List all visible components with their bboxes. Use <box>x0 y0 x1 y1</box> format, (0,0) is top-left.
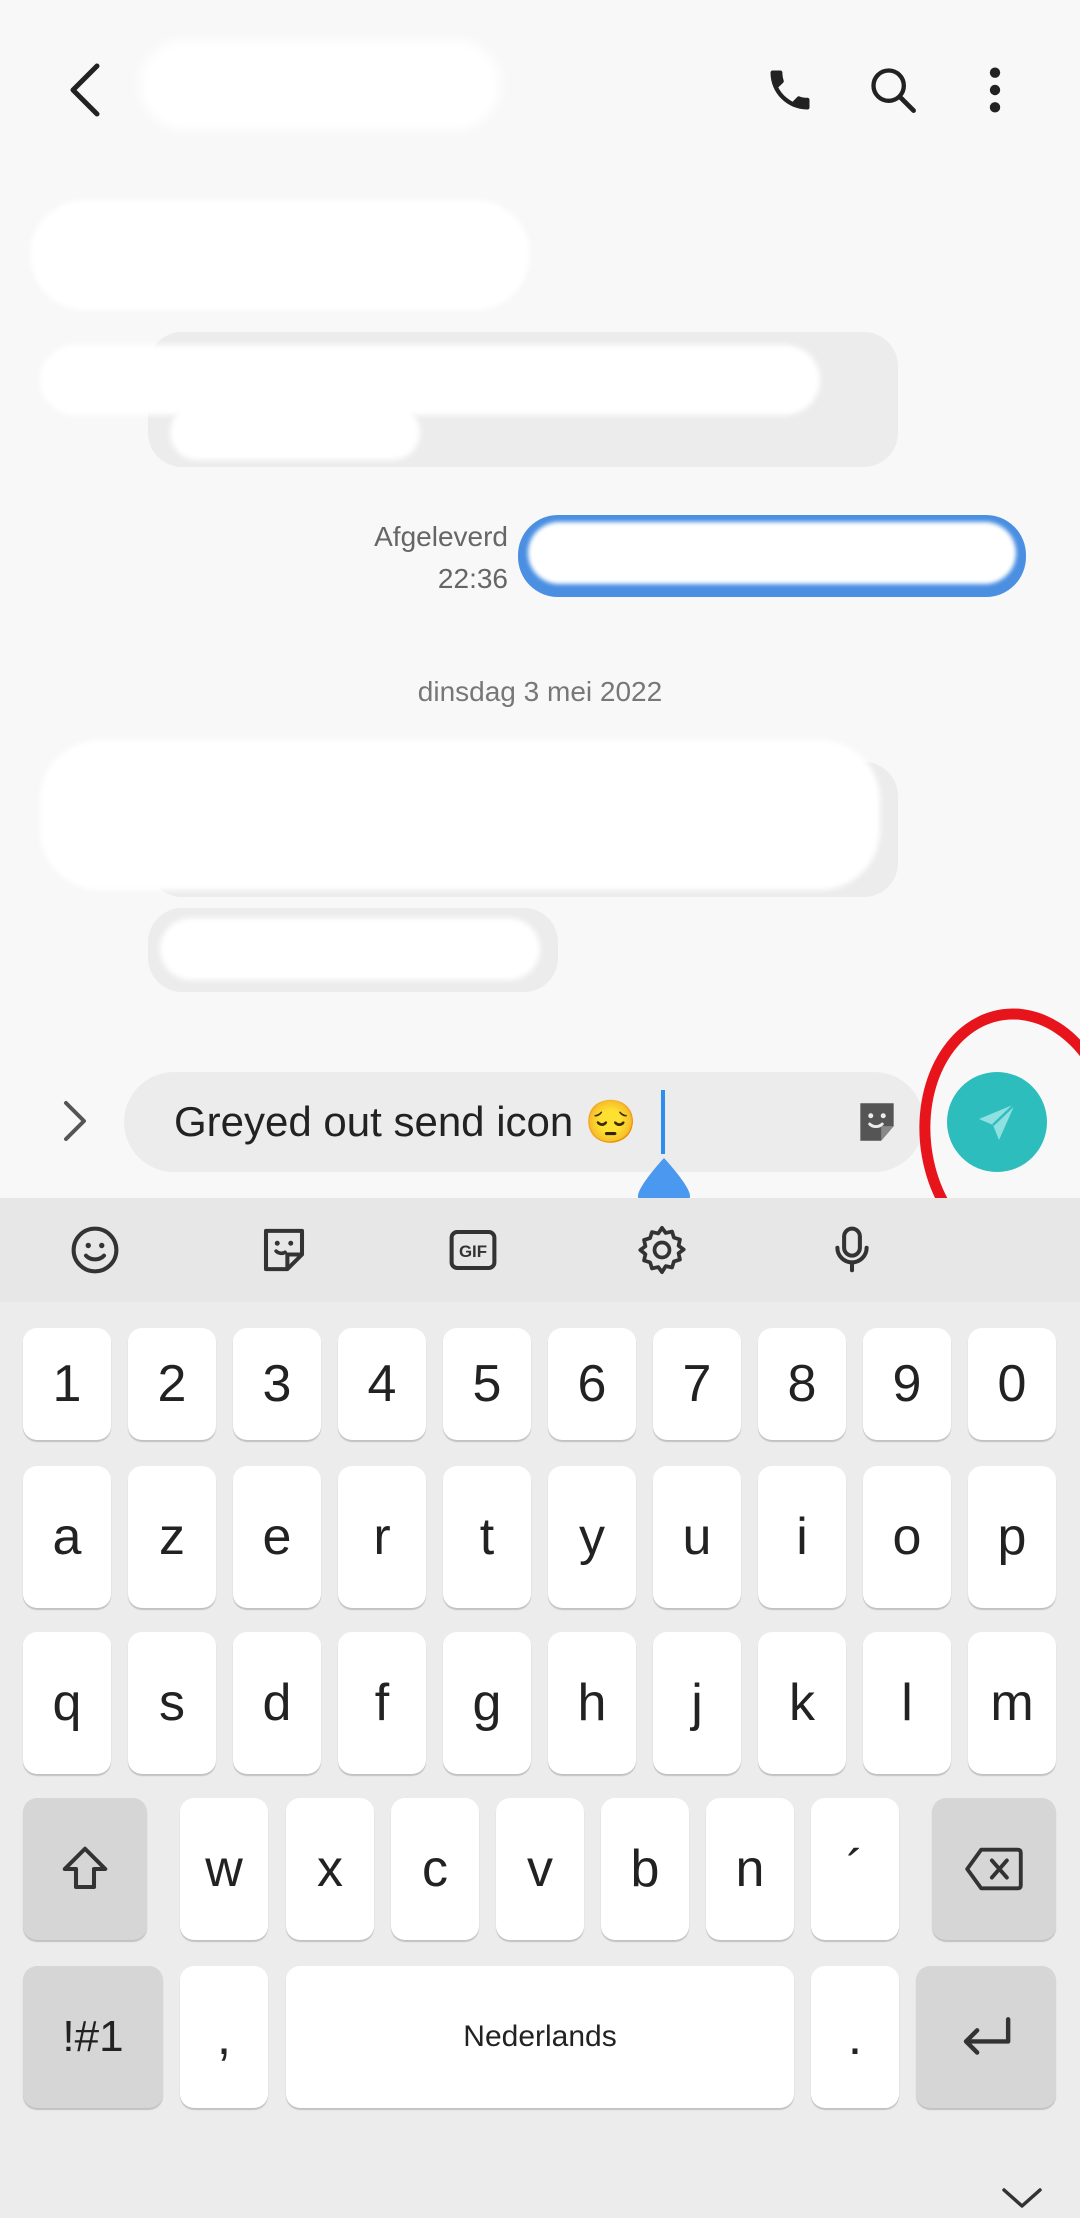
microphone-icon <box>835 1226 869 1273</box>
redacted-message <box>40 740 880 890</box>
key-5[interactable]: 5 <box>443 1328 531 1440</box>
key-o[interactable]: o <box>863 1466 951 1608</box>
backspace-icon <box>965 1847 1023 1891</box>
search-button[interactable] <box>848 45 938 135</box>
contact-name-redacted <box>140 40 500 130</box>
more-vertical-icon <box>989 67 1001 113</box>
key-d[interactable]: d <box>233 1632 321 1774</box>
expand-attachments-button[interactable] <box>40 1086 110 1156</box>
key-w[interactable]: w <box>180 1798 268 1940</box>
comma-key[interactable]: , <box>180 1966 268 2108</box>
message-status: Afgeleverd 22:36 <box>300 516 508 600</box>
key-c[interactable]: c <box>391 1798 479 1940</box>
key-8[interactable]: 8 <box>758 1328 846 1440</box>
key-u[interactable]: u <box>653 1466 741 1608</box>
key-t[interactable]: t <box>443 1466 531 1608</box>
key-e[interactable]: e <box>233 1466 321 1608</box>
key-r[interactable]: r <box>338 1466 426 1608</box>
redacted-message <box>40 345 820 415</box>
key-p[interactable]: p <box>968 1466 1056 1608</box>
key-h[interactable]: h <box>548 1632 636 1774</box>
key-g[interactable]: g <box>443 1632 531 1774</box>
key-2[interactable]: 2 <box>128 1328 216 1440</box>
key-y[interactable]: y <box>548 1466 636 1608</box>
key-f[interactable]: f <box>338 1632 426 1774</box>
redacted-message <box>528 522 1016 584</box>
settings-icon <box>638 1225 686 1275</box>
chevron-down-icon <box>1002 2188 1042 2208</box>
chevron-left-icon <box>70 63 100 117</box>
keyboard-sticker-button[interactable] <box>252 1218 316 1282</box>
key-q[interactable]: q <box>23 1632 111 1774</box>
key-acute-accent[interactable]: ´ <box>811 1798 899 1940</box>
delivered-label: Afgeleverd <box>374 521 508 552</box>
shift-icon <box>62 1846 108 1890</box>
enter-icon <box>963 2017 1011 2055</box>
emoji-button[interactable] <box>63 1218 127 1282</box>
key-j[interactable]: j <box>653 1632 741 1774</box>
key-v[interactable]: v <box>496 1798 584 1940</box>
key-s[interactable]: s <box>128 1632 216 1774</box>
date-separator: dinsdag 3 mei 2022 <box>417 676 663 707</box>
key-4[interactable]: 4 <box>338 1328 426 1440</box>
sticker-icon <box>860 1103 894 1141</box>
sticker-button[interactable] <box>849 1094 905 1150</box>
key-0[interactable]: 0 <box>968 1328 1056 1440</box>
shift-key[interactable] <box>23 1798 147 1940</box>
redacted-message <box>170 405 420 460</box>
message-input[interactable]: Greyed out send icon 😔 <box>124 1072 924 1172</box>
chevron-right-icon <box>64 1101 86 1141</box>
key-1[interactable]: 1 <box>23 1328 111 1440</box>
key-a[interactable]: a <box>23 1466 111 1608</box>
sticker-icon <box>263 1228 305 1272</box>
key-z[interactable]: z <box>128 1466 216 1608</box>
key-7[interactable]: 7 <box>653 1328 741 1440</box>
backspace-key[interactable] <box>932 1798 1056 1940</box>
hide-keyboard-button[interactable] <box>992 2178 1052 2218</box>
redacted-message <box>30 200 530 310</box>
key-l[interactable]: l <box>863 1632 951 1774</box>
key-k[interactable]: k <box>758 1632 846 1774</box>
symbols-key[interactable]: !#1 <box>23 1966 163 2108</box>
keyboard-settings-button[interactable] <box>630 1218 694 1282</box>
gif-button[interactable]: GIF <box>441 1218 505 1282</box>
call-button[interactable] <box>745 45 835 135</box>
key-3[interactable]: 3 <box>233 1328 321 1440</box>
key-b[interactable]: b <box>601 1798 689 1940</box>
gif-icon: GIF <box>449 1229 497 1271</box>
phone-icon <box>770 70 810 110</box>
key-m[interactable]: m <box>968 1632 1056 1774</box>
search-icon <box>871 68 916 113</box>
key-n[interactable]: n <box>706 1798 794 1940</box>
period-key[interactable]: . <box>811 1966 899 2108</box>
svg-text:GIF: GIF <box>459 1242 487 1261</box>
key-9[interactable]: 9 <box>863 1328 951 1440</box>
back-button[interactable] <box>40 45 130 135</box>
key-i[interactable]: i <box>758 1466 846 1608</box>
redacted-message <box>160 918 540 980</box>
space-key[interactable]: Nederlands <box>286 1966 794 2108</box>
message-input-text: Greyed out send icon 😔 <box>174 1098 638 1145</box>
text-cursor <box>661 1090 665 1154</box>
key-6[interactable]: 6 <box>548 1328 636 1440</box>
message-time: 22:36 <box>437 563 508 594</box>
emoji-icon <box>71 1226 119 1274</box>
key-x[interactable]: x <box>286 1798 374 1940</box>
keyboard-toolbar <box>0 1198 1080 1302</box>
voice-input-button[interactable] <box>820 1218 884 1282</box>
enter-key[interactable] <box>916 1966 1056 2108</box>
more-options-button[interactable] <box>950 45 1040 135</box>
